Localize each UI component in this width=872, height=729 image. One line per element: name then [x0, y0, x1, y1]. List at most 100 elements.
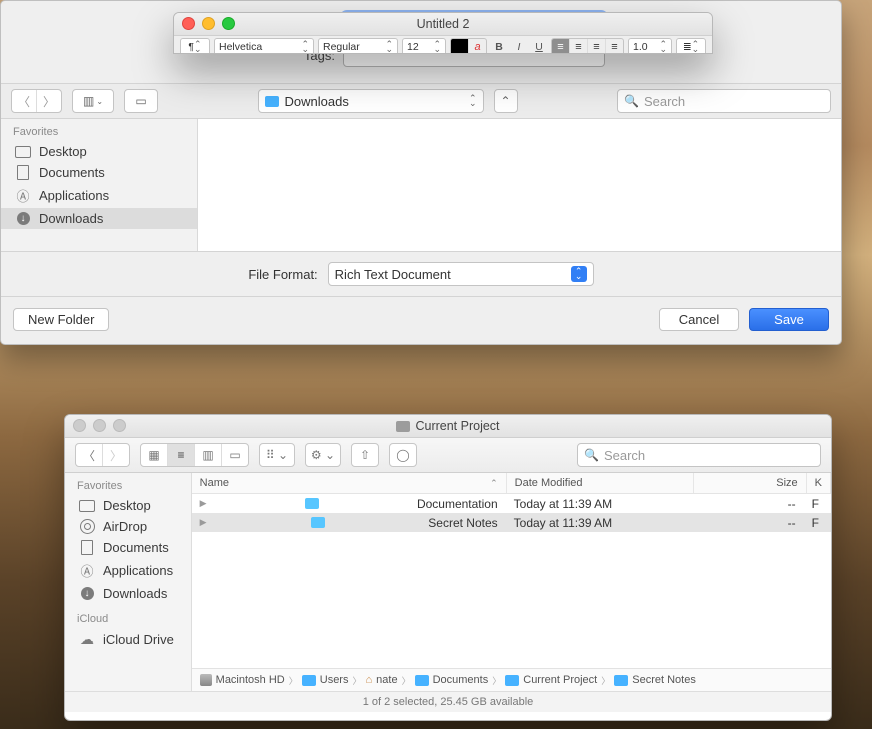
sidebar-item-label: AirDrop — [103, 519, 147, 534]
gallery-view-button[interactable]: ▭ — [222, 444, 248, 466]
minimize-icon[interactable] — [202, 17, 215, 30]
list-empty-area[interactable] — [192, 532, 831, 668]
zoom-icon[interactable] — [113, 419, 126, 432]
font-size-select[interactable]: 12⌃⌄ — [402, 38, 446, 55]
back-button[interactable]: 〈 — [12, 90, 37, 112]
close-icon[interactable] — [73, 419, 86, 432]
arrange-group[interactable]: ⠿ ⌄ — [259, 443, 295, 467]
bold-button[interactable]: B — [491, 39, 507, 55]
align-center-button[interactable]: ≡ — [570, 39, 588, 54]
column-size[interactable]: Size — [694, 473, 807, 493]
path-segment[interactable]: Macintosh HD — [200, 674, 285, 686]
table-row[interactable]: ▶Secret Notes Today at 11:39 AM -- F — [192, 513, 831, 532]
column-view-button[interactable]: ▥ — [195, 444, 222, 466]
disclosure-icon[interactable]: ▶ — [200, 498, 208, 509]
column-date[interactable]: Date Modified — [507, 473, 694, 493]
sidebar-item-label: Applications — [39, 188, 109, 203]
align-right-button[interactable]: ≡ — [588, 39, 606, 54]
downloads-icon: ↓ — [81, 587, 94, 600]
sidebar-item-downloads[interactable]: ↓ Downloads — [1, 208, 197, 229]
path-segment[interactable]: Secret Notes — [614, 674, 696, 686]
column-kind[interactable]: K — [807, 473, 831, 493]
path-segment[interactable]: Users — [302, 674, 349, 686]
new-folder-button[interactable]: New Folder — [13, 308, 109, 331]
sidebar-item-label: Documents — [39, 165, 105, 180]
sidebar-item-downloads[interactable]: ↓ Downloads — [65, 583, 191, 604]
text-color-none[interactable]: a — [469, 39, 486, 54]
sidebar-item-documents[interactable]: Documents — [65, 537, 191, 558]
textedit-toolbar: ¶⌃⌄ Helvetica⌃⌄ Regular⌃⌄ 12⌃⌄ a B I U ≡… — [174, 36, 712, 54]
align-left-button[interactable]: ≡ — [552, 39, 570, 54]
path-segment[interactable]: ⌂nate — [366, 674, 398, 686]
sidebar-item-label: Documents — [103, 540, 169, 555]
finder-search-input[interactable]: 🔍Search — [577, 443, 821, 467]
action-group[interactable]: ⚙ ⌄ — [305, 443, 341, 467]
align-justify-button[interactable]: ≡ — [606, 39, 623, 54]
search-icon: 🔍 — [624, 94, 639, 108]
traffic-lights[interactable] — [182, 17, 235, 30]
view-mode-button[interactable]: ▥⌄ — [72, 89, 114, 113]
arrange-button[interactable]: ⠿ ⌄ — [260, 444, 294, 466]
paragraph-style-select[interactable]: ¶⌃⌄ — [180, 38, 210, 55]
line-spacing-select[interactable]: 1.0⌃⌄ — [628, 38, 672, 55]
airdrop-icon — [80, 519, 95, 534]
text-color-group[interactable]: a — [450, 38, 487, 54]
icon-view-button[interactable]: ▦ — [141, 444, 168, 466]
desktop-icon — [79, 500, 95, 512]
path-segment[interactable]: Current Project — [505, 674, 597, 686]
sidebar-heading-favorites: Favorites — [1, 123, 197, 141]
column-headers[interactable]: Name⌃ Date Modified Size K — [192, 473, 831, 494]
location-popup[interactable]: Downloads ⌃⌄ — [258, 89, 484, 113]
sidebar-item-documents[interactable]: Documents — [1, 162, 197, 183]
close-icon[interactable] — [182, 17, 195, 30]
file-browser-area[interactable] — [198, 119, 841, 251]
column-name[interactable]: Name⌃ — [192, 473, 507, 493]
status-bar: 1 of 2 selected, 25.45 GB available — [65, 691, 831, 712]
traffic-lights[interactable] — [73, 419, 126, 432]
sidebar-item-icloud-drive[interactable]: ☁ iCloud Drive — [65, 628, 191, 651]
list-style-select[interactable]: ≣⌃⌄ — [676, 38, 706, 55]
alignment-group[interactable]: ≡ ≡ ≡ ≡ — [551, 38, 624, 54]
path-bar[interactable]: Macintosh HD〉 Users〉 ⌂nate〉 Documents〉 C… — [192, 668, 831, 691]
disclosure-icon[interactable]: ▶ — [200, 517, 208, 528]
action-button[interactable]: ⚙ ⌄ — [306, 444, 340, 466]
sidebar-item-applications[interactable]: Ⓐ Applications — [1, 183, 197, 208]
path-segment[interactable]: Documents — [415, 674, 489, 686]
font-style-select[interactable]: Regular⌃⌄ — [318, 38, 398, 55]
text-color-swatch[interactable] — [451, 39, 469, 54]
italic-button[interactable]: I — [511, 39, 527, 55]
sidebar-item-desktop[interactable]: Desktop — [1, 141, 197, 162]
cancel-button[interactable]: Cancel — [659, 308, 739, 331]
file-kind: F — [804, 497, 831, 511]
sidebar-item-applications[interactable]: Ⓐ Applications — [65, 558, 191, 583]
view-switcher[interactable]: ▦ ≡ ▥ ▭ — [140, 443, 249, 467]
zoom-icon[interactable] — [222, 17, 235, 30]
nav-back-forward[interactable]: 〈 〉 — [75, 443, 130, 467]
search-input[interactable]: 🔍Search — [617, 89, 831, 113]
share-button[interactable]: ⇧ — [352, 444, 378, 466]
sidebar-item-desktop[interactable]: Desktop — [65, 495, 191, 516]
tags-group[interactable]: ◯ — [389, 443, 417, 467]
sidebar-item-label: Desktop — [39, 144, 87, 159]
minimize-icon[interactable] — [93, 419, 106, 432]
save-button[interactable]: Save — [749, 308, 829, 331]
file-format-select[interactable]: Rich Text Document ⌃⌄ — [328, 262, 594, 286]
sidebar-item-airdrop[interactable]: AirDrop — [65, 516, 191, 537]
folder-icon — [396, 421, 410, 432]
underline-button[interactable]: U — [531, 39, 547, 55]
tags-button[interactable]: ◯ — [390, 444, 416, 466]
save-sidebar: Favorites Desktop Documents Ⓐ Applicatio… — [1, 119, 198, 251]
file-format-label: File Format: — [248, 267, 317, 282]
font-family-select[interactable]: Helvetica⌃⌄ — [214, 38, 314, 55]
share-group[interactable]: ⇧ — [351, 443, 379, 467]
nav-back-forward[interactable]: 〈 〉 — [11, 89, 62, 113]
forward-button[interactable]: 〉 — [37, 90, 61, 112]
back-button[interactable]: 〈 — [76, 444, 103, 466]
forward-button[interactable]: 〉 — [103, 444, 129, 466]
columns-icon: ▥ — [83, 94, 94, 108]
list-view-button[interactable]: ≡ — [168, 444, 195, 466]
group-button[interactable]: ▭ — [124, 89, 158, 113]
collapse-button[interactable]: ⌃ — [494, 89, 518, 113]
location-bar: 〈 〉 ▥⌄ ▭ Downloads ⌃⌄ ⌃ 🔍Search — [1, 83, 841, 119]
table-row[interactable]: ▶Documentation Today at 11:39 AM -- F — [192, 494, 831, 513]
